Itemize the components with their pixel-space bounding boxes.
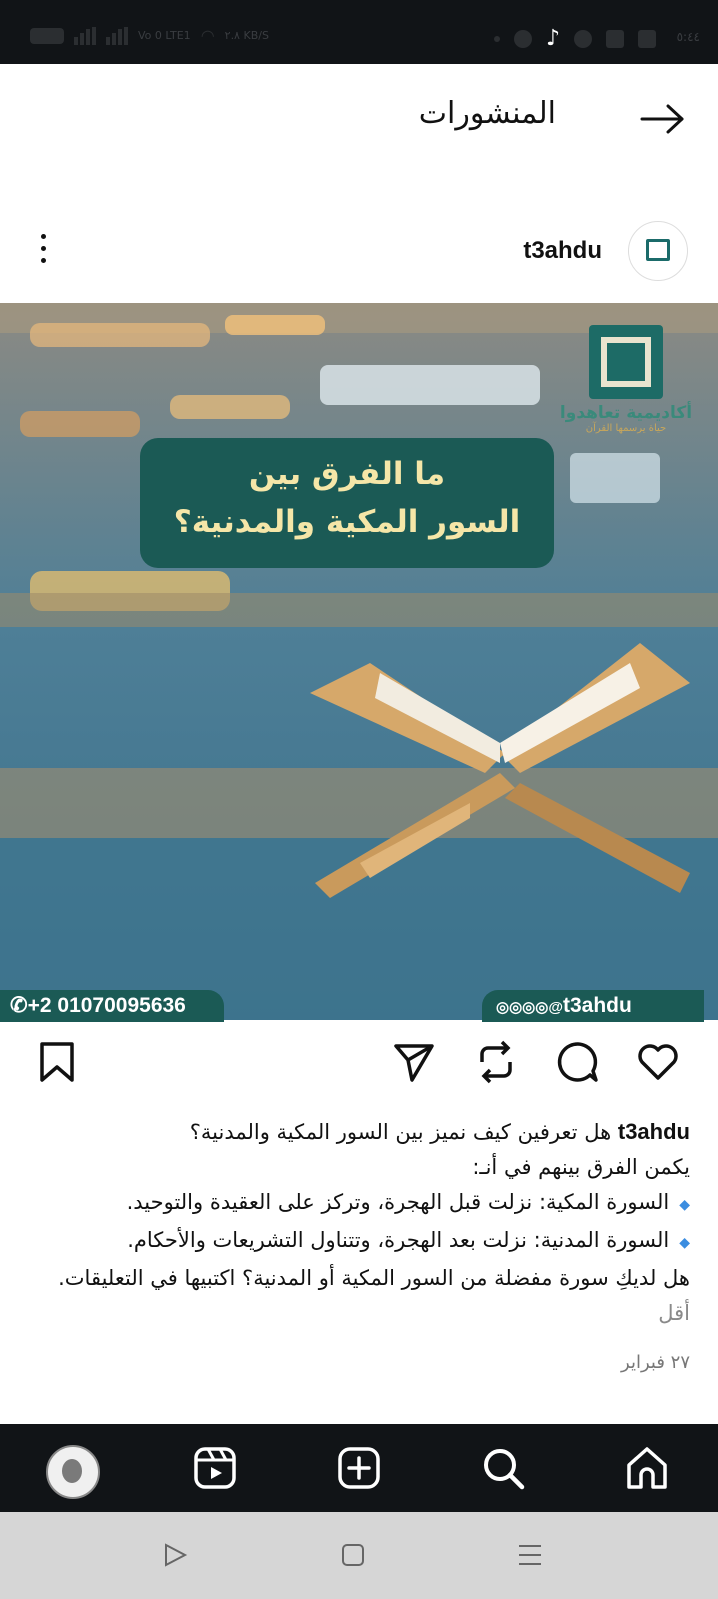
back-arrow-icon[interactable] [640, 104, 686, 134]
caption-text1: هل تعرفين كيف نميز بين السور المكية والم… [189, 1120, 612, 1144]
bullet2-text: السورة المدنية: نزلت بعد الهجرة، وتتناول… [127, 1228, 670, 1252]
bullet1-text: السورة المكية: نزلت قبل الهجرة، وتركز عل… [126, 1190, 670, 1214]
net-speed: ٢.٨ KB/S [224, 29, 269, 42]
diamond-bullet-icon: ◆ [679, 1235, 690, 1251]
home-icon[interactable] [624, 1445, 670, 1491]
brand-logo-icon [646, 239, 670, 261]
signal-icon-2 [106, 26, 128, 45]
create-post-icon[interactable] [336, 1445, 382, 1491]
page-title: المنشورات [418, 96, 556, 131]
post-date: ٢٧ فبراير [621, 1352, 690, 1373]
brand-block: أكاديمية تعاهدوا حياة يرسمها القرآن [552, 325, 700, 434]
post-caption: t3ahdu هل تعرفين كيف نميز بين السور المك… [26, 1114, 690, 1331]
battery-icon [30, 27, 64, 44]
image-title-line1: ما الفرق بين [248, 456, 446, 492]
signal-icon [74, 26, 96, 45]
share-send-icon[interactable] [392, 1040, 436, 1084]
post-username[interactable]: t3ahdu [523, 237, 602, 265]
facebook-icon [606, 30, 624, 48]
status-bar: Vo 0 LTE1 ◠ ٢.٨ KB/S ♪ ٥:٤٤ [0, 0, 718, 64]
profile-nav-avatar[interactable] [46, 1445, 100, 1499]
recents-menu-icon[interactable] [516, 1542, 544, 1568]
brand-name: أكاديمية تعاهدوا [559, 403, 693, 423]
whatsapp-icon [513, 30, 532, 48]
less-link[interactable]: أقل [658, 1301, 690, 1325]
comment-icon[interactable] [556, 1040, 600, 1084]
caption-line1: t3ahdu هل تعرفين كيف نميز بين السور المك… [26, 1114, 690, 1150]
phone-number: +2 01070095636 [27, 994, 186, 1017]
facebook-icon-2 [638, 30, 656, 48]
image-title-box: ما الفرق بين السور المكية والمدنية؟ [140, 438, 554, 568]
search-icon[interactable] [480, 1445, 526, 1491]
reels-icon[interactable] [192, 1445, 238, 1491]
caption-bullet2: ◆ السورة المدنية: نزلت بعد الهجرة، وتتناو… [26, 1223, 690, 1261]
phone-pill: ✆+2 01070095636 [0, 990, 224, 1022]
social-icons: ◎◎◎◎@ [496, 999, 563, 1016]
more-options-icon[interactable] [36, 234, 50, 268]
dot-icon [493, 36, 500, 42]
image-title-line2: السور المكية والمدنية؟ [173, 504, 521, 540]
network-label: Vo 0 LTE1 [138, 29, 191, 42]
caption-line3: هل لديكِ سورة مفضلة من السور المكية أو ا… [26, 1261, 690, 1331]
back-triangle-icon[interactable] [162, 1542, 188, 1568]
like-heart-icon[interactable] [636, 1040, 680, 1084]
social-pill: ◎◎◎◎@t3ahdu [482, 990, 704, 1022]
wifi-icon: ◠ [200, 26, 215, 45]
circle-icon [574, 30, 592, 48]
save-bookmark-icon[interactable] [36, 1040, 80, 1084]
top-bar [0, 64, 718, 174]
caption-text3: هل لديكِ سورة مفضلة من السور المكية أو ا… [58, 1266, 690, 1290]
tiktok-icon: ♪ [545, 26, 560, 51]
caption-line2: يكمن الفرق بينهم في أنـ: [472, 1155, 690, 1179]
clock: ٥:٤٤ [676, 30, 700, 44]
home-square-icon[interactable] [340, 1542, 366, 1568]
brand-tagline: حياة يرسمها القرآن [585, 423, 667, 434]
status-left: Vo 0 LTE1 ◠ ٢.٨ KB/S [30, 26, 269, 45]
phone-icon: ✆ [10, 994, 28, 1017]
caption-username[interactable]: t3ahdu [618, 1119, 690, 1144]
academy-logo-icon [589, 325, 663, 399]
post-image[interactable]: أكاديمية تعاهدوا حياة يرسمها القرآن [0, 303, 718, 1020]
avatar[interactable] [628, 221, 688, 281]
social-handle: t3ahdu [562, 994, 632, 1017]
notification-icons: ♪ [493, 26, 656, 51]
repost-icon[interactable] [474, 1040, 518, 1084]
diamond-bullet-icon: ◆ [679, 1197, 690, 1213]
caption-bullet1: ◆ السورة المكية: نزلت قبل الهجرة، وتركز ع… [26, 1185, 690, 1223]
